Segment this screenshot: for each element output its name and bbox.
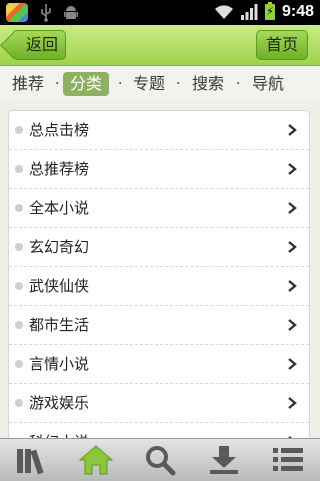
tab-separator: · (118, 76, 123, 92)
list-item[interactable]: 武侠仙侠 (9, 267, 309, 306)
android-icon (64, 5, 78, 19)
usb-icon (41, 3, 51, 22)
list-item-label: 总点击榜 (29, 121, 90, 139)
back-button[interactable]: 返回 (12, 30, 66, 60)
list-item[interactable]: 言情小说 (9, 345, 309, 384)
tab-separator: · (236, 76, 241, 92)
tab-separator: · (55, 76, 60, 92)
download-icon (210, 446, 238, 474)
bullet-icon (15, 282, 23, 290)
bullet-icon (15, 399, 23, 407)
bottom-toolbar (0, 438, 320, 481)
list-item[interactable]: 科幻小说 (9, 423, 309, 438)
menu-tab-button[interactable] (256, 439, 320, 481)
bullet-icon (15, 321, 23, 329)
list-item-label: 总推荐榜 (29, 160, 90, 178)
tab-separator: · (176, 76, 181, 92)
list-item[interactable]: 总点击榜 (9, 111, 309, 150)
chevron-right-icon (288, 163, 297, 175)
bullet-icon (15, 126, 23, 134)
tab-topics[interactable]: 专题 (133, 72, 165, 96)
tab-navigation[interactable]: 导航 (252, 72, 284, 96)
search-icon (146, 446, 176, 476)
chevron-right-icon (288, 397, 297, 409)
list-item[interactable]: 游戏娱乐 (9, 384, 309, 423)
bookshelf-button[interactable] (0, 439, 64, 481)
list-item-label: 游戏娱乐 (29, 394, 90, 412)
chevron-right-icon (288, 124, 297, 136)
battery-icon: ⚡ (264, 2, 275, 20)
bullet-icon (15, 360, 23, 368)
list-item-label: 玄幻奇幻 (29, 238, 90, 256)
bullet-icon (15, 165, 23, 173)
list-item-label: 言情小说 (29, 355, 90, 373)
signal-icon (240, 4, 258, 20)
search-tab-button[interactable] (128, 439, 192, 481)
bookshelf-icon (17, 449, 44, 475)
list-item-label: 科幻小说 (29, 423, 89, 438)
list-item[interactable]: 全本小说 (9, 189, 309, 228)
download-tab-button[interactable] (192, 439, 256, 481)
chevron-right-icon (288, 241, 297, 253)
list-item-label: 都市生活 (29, 316, 90, 334)
bullet-icon (15, 243, 23, 251)
home-icon (78, 445, 114, 475)
list-item[interactable]: 玄幻奇幻 (9, 228, 309, 267)
list-item[interactable]: 都市生活 (9, 306, 309, 345)
list-item-label: 武侠仙侠 (29, 277, 90, 295)
chevron-right-icon (288, 280, 297, 292)
category-tabs: 推荐 · 分类 · 专题 · 搜索 · 导航 (0, 66, 320, 102)
bullet-icon (15, 204, 23, 212)
category-list-viewport[interactable]: 总点击榜 总推荐榜 全本小说 玄幻奇幻 武侠仙侠 都市生活 言情小说 游戏娱乐 (0, 102, 320, 438)
home-tab-button[interactable] (64, 439, 128, 481)
wifi-icon (214, 5, 233, 19)
list-item-label: 全本小说 (29, 199, 90, 217)
tab-recommend[interactable]: 推荐 (12, 72, 44, 96)
tab-category[interactable]: 分类 (63, 72, 110, 96)
menu-icon (273, 448, 303, 471)
chevron-right-icon (288, 202, 297, 214)
category-list: 总点击榜 总推荐榜 全本小说 玄幻奇幻 武侠仙侠 都市生活 言情小说 游戏娱乐 (8, 110, 310, 438)
clock: 9:48 (281, 3, 314, 20)
home-button[interactable]: 首页 (256, 30, 308, 60)
tab-search[interactable]: 搜索 (192, 72, 224, 96)
back-button-label: 返回 (25, 35, 58, 54)
status-bar: ⚡ 9:48 (0, 0, 320, 25)
list-item[interactable]: 总推荐榜 (9, 150, 309, 189)
app-badge-icon (6, 3, 28, 22)
chevron-right-icon (288, 319, 297, 331)
chevron-right-icon (288, 358, 297, 370)
title-bar: 返回 首页 (0, 25, 320, 66)
